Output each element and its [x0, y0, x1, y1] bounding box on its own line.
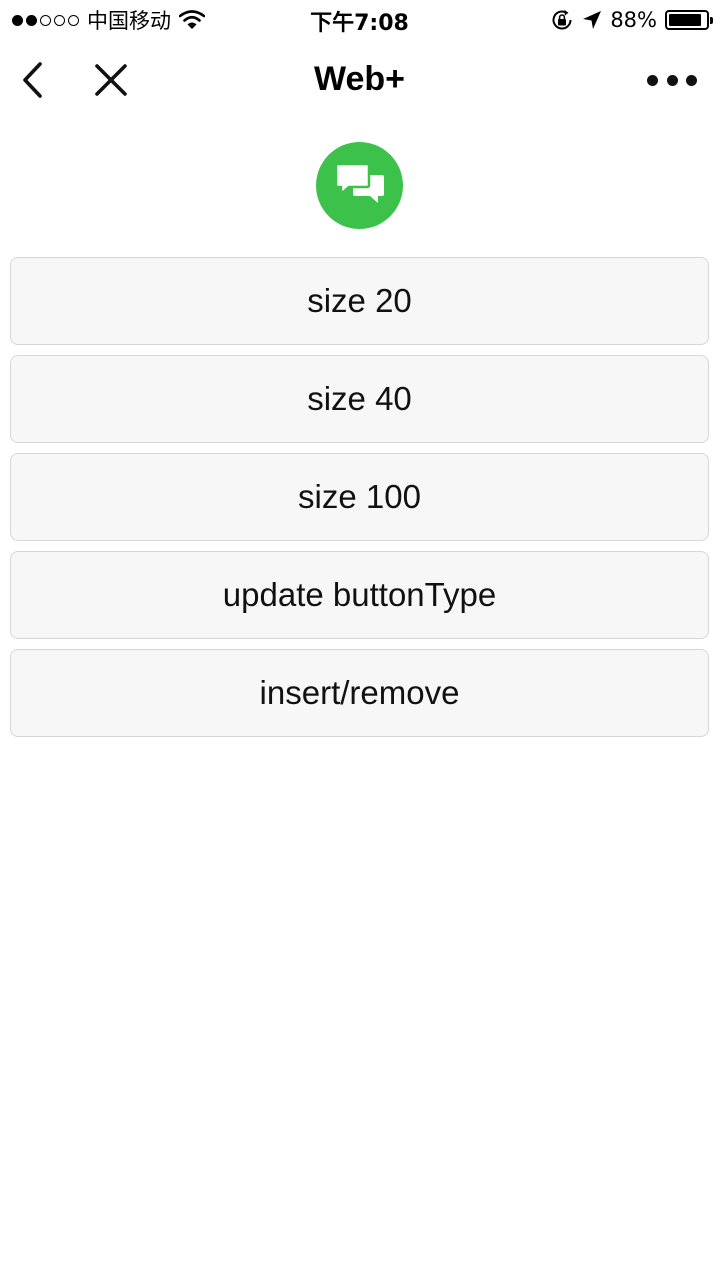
- button-list: size 20 size 40 size 100 update buttonTy…: [10, 257, 709, 747]
- size-100-button[interactable]: size 100: [10, 453, 709, 541]
- more-button[interactable]: [647, 62, 697, 98]
- more-dots-icon: [666, 74, 678, 86]
- size-20-button[interactable]: size 20: [10, 257, 709, 345]
- battery-icon: [665, 10, 713, 30]
- navigation-bar: Web+: [0, 40, 719, 122]
- size-40-button[interactable]: size 40: [10, 355, 709, 443]
- status-bar: 中国移动 下午7:08 88%: [0, 0, 719, 40]
- location-arrow-icon: [583, 11, 602, 29]
- close-icon: [95, 64, 127, 96]
- more-dots-icon: [686, 74, 697, 86]
- back-button[interactable]: [12, 58, 52, 102]
- battery-level: [669, 14, 701, 26]
- chat-bubbles-icon: [334, 162, 384, 203]
- status-bar-right: 88%: [550, 6, 713, 34]
- more-dots-icon: [647, 74, 658, 86]
- insert-remove-button[interactable]: insert/remove: [10, 649, 709, 737]
- contact-button[interactable]: [316, 142, 403, 229]
- update-button-type-button[interactable]: update buttonType: [10, 551, 709, 639]
- orientation-lock-icon: [552, 10, 572, 30]
- battery-nub: [710, 17, 713, 24]
- close-button[interactable]: [88, 58, 134, 102]
- chevron-left-icon: [23, 62, 42, 98]
- battery-percent: 88%: [610, 8, 657, 32]
